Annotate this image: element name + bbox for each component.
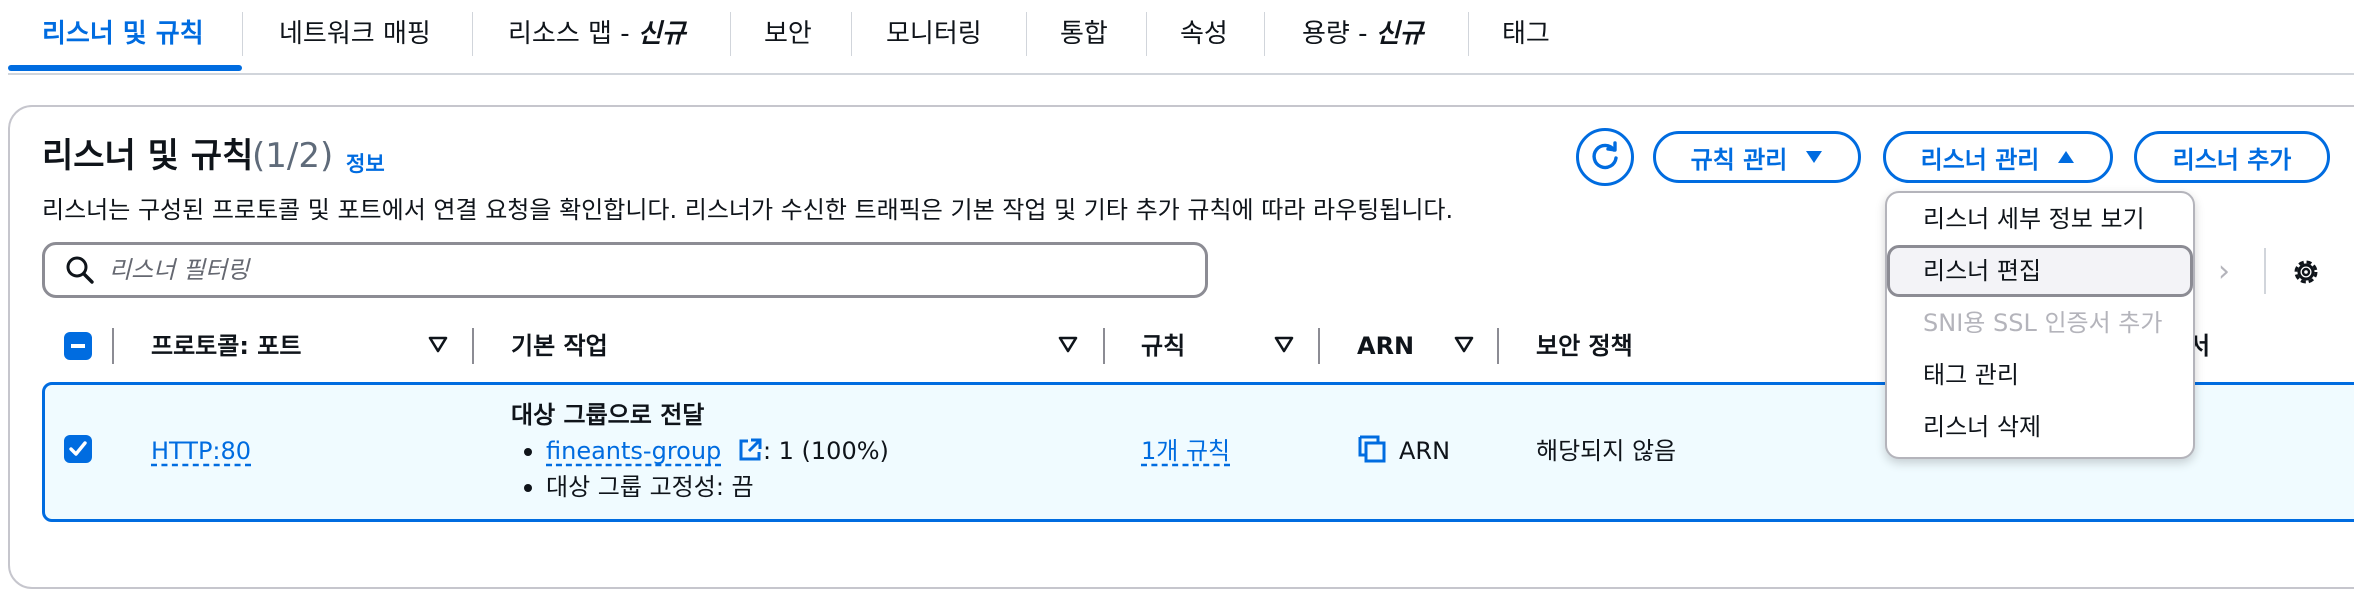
menu-item-delete-listener[interactable]: 리스너 삭제: [1887, 401, 2193, 453]
manage-rules-label: 규칙 관리: [1690, 145, 1788, 174]
menu-item-edit-listener[interactable]: 리스너 편집: [1887, 245, 2193, 297]
tab-divider: [472, 12, 473, 56]
tab-divider: [242, 12, 243, 56]
settings-gear-icon[interactable]: [2290, 256, 2322, 288]
security-policy-value: 해당되지 않음: [1536, 437, 1677, 465]
column-divider: [472, 328, 474, 364]
tab-divider: [851, 12, 852, 56]
menu-item-view-details[interactable]: 리스너 세부 정보 보기: [1887, 193, 2193, 245]
column-header-rules[interactable]: 규칙: [1141, 328, 1185, 364]
tab-security[interactable]: 보안: [764, 14, 812, 54]
sort-icon[interactable]: [1274, 336, 1294, 354]
external-link-icon[interactable]: [737, 437, 763, 463]
tab-listeners-and-rules[interactable]: 리스너 및 규칙: [42, 14, 204, 54]
target-group-link[interactable]: fineants-group: [546, 437, 721, 465]
manage-listener-menu: 리스너 세부 정보 보기 리스너 편집 SNI용 SSL 인증서 추가 태그 관…: [1885, 191, 2195, 459]
refresh-button[interactable]: [1576, 128, 1634, 186]
default-action-title: 대상 그룹으로 전달: [511, 401, 705, 429]
listener-filter: [42, 242, 1208, 298]
tab-tags[interactable]: 태그: [1502, 14, 1550, 54]
copy-icon: [1358, 435, 1386, 463]
menu-item-add-sni-certificate: SNI용 SSL 인증서 추가: [1923, 309, 2163, 337]
search-icon: [66, 256, 94, 284]
check-icon: [69, 441, 87, 456]
protocol-port-link[interactable]: HTTP:80: [151, 434, 251, 468]
manage-rules-button[interactable]: 규칙 관리: [1653, 131, 1861, 183]
rules-link[interactable]: 1개 규칙: [1141, 434, 1230, 468]
search-input[interactable]: [107, 255, 1111, 285]
tab-network-mapping[interactable]: 네트워크 매핑: [279, 14, 431, 54]
manage-listener-label: 리스너 관리: [1920, 145, 2040, 174]
active-tab-indicator: [8, 65, 242, 71]
column-divider: [1318, 328, 1320, 364]
panel-description: 리스너는 구성된 프로토콜 및 포트에서 연결 요청을 확인합니다. 리스너가 …: [42, 196, 1454, 224]
tab-divider: [1264, 12, 1265, 56]
tab-attributes[interactable]: 속성: [1180, 14, 1228, 54]
target-group-item: fineants-group : 1 (100%): [524, 434, 889, 468]
column-header-arn[interactable]: ARN: [1357, 328, 1414, 364]
column-divider: [112, 328, 114, 364]
sort-icon[interactable]: [428, 336, 448, 354]
tab-divider: [1026, 12, 1027, 56]
refresh-icon: [1592, 141, 1618, 170]
select-all-checkbox[interactable]: [64, 332, 92, 360]
sort-icon[interactable]: [1058, 336, 1078, 354]
manage-listener-button[interactable]: 리스너 관리: [1883, 131, 2113, 183]
tab-divider: [1146, 12, 1147, 56]
tab-monitoring[interactable]: 모니터링: [886, 14, 982, 54]
column-header-security-policy[interactable]: 보안 정책: [1536, 328, 1633, 364]
toolbar-divider: [2264, 248, 2266, 294]
target-weight: : 1 (100%): [762, 437, 889, 465]
column-divider: [1103, 328, 1105, 364]
caret-up-icon: [2058, 151, 2075, 163]
column-header-protocol-port[interactable]: 프로토콜: 포트: [151, 328, 301, 364]
column-divider: [1497, 328, 1499, 364]
tab-integrations[interactable]: 통합: [1060, 14, 1108, 54]
menu-item-manage-tags[interactable]: 태그 관리: [1887, 349, 2193, 401]
stickiness-item: 대상 그룹 고정성: 끔: [524, 470, 754, 504]
panel-title: 리스너 및 규칙: [42, 136, 254, 176]
info-link[interactable]: 정보: [346, 148, 385, 178]
column-header-default-action[interactable]: 기본 작업: [511, 328, 608, 364]
add-listener-button[interactable]: 리스너 추가: [2134, 131, 2330, 183]
tab-bar: 리스너 및 규칙 네트워크 매핑 리소스 맵 - 신규 보안 모니터링 통합 속…: [8, 0, 2354, 75]
add-listener-label: 리스너 추가: [2172, 145, 2292, 174]
next-page-button[interactable]: ›: [2218, 254, 2230, 289]
listener-count: (1/2): [252, 136, 334, 176]
copy-arn-button[interactable]: ARN: [1357, 434, 1450, 468]
tab-resource-map[interactable]: 리소스 맵 - 신규: [508, 14, 686, 54]
tab-capacity[interactable]: 용량 - 신규: [1302, 14, 1424, 54]
row-checkbox[interactable]: [64, 435, 92, 463]
tab-divider: [1468, 12, 1469, 56]
sort-icon[interactable]: [1454, 336, 1474, 354]
tab-divider: [730, 12, 731, 56]
caret-down-icon: [1806, 151, 1823, 163]
